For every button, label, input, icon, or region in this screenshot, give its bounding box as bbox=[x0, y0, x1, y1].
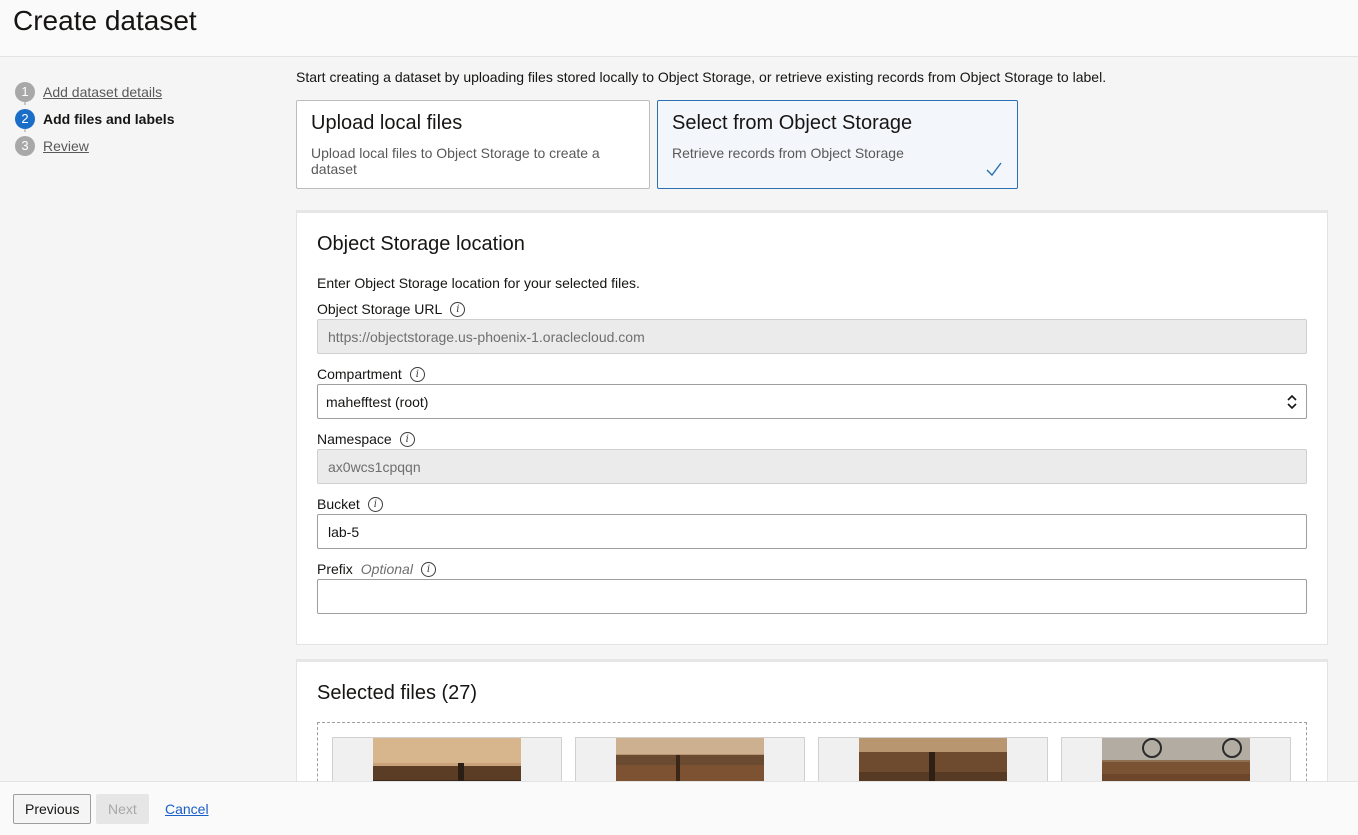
optional-text: Optional bbox=[360, 561, 413, 577]
option-description: Retrieve records from Object Storage bbox=[672, 145, 904, 161]
label-text: Prefix bbox=[317, 561, 353, 577]
wizard-steps: 1 Add dataset details 2 Add files and la… bbox=[15, 78, 174, 159]
chevron-up-down-icon bbox=[1287, 394, 1297, 410]
step-number: 1 bbox=[15, 81, 35, 102]
step-number: 3 bbox=[15, 135, 35, 156]
compartment-select[interactable]: mahefftest (root) bbox=[317, 384, 1307, 419]
prefix-input[interactable] bbox=[317, 579, 1307, 614]
selected-files-panel: Selected files (27) bbox=[296, 659, 1328, 797]
object-storage-location-panel: Object Storage location Enter Object Sto… bbox=[296, 210, 1328, 645]
step-add-dataset-details[interactable]: 1 Add dataset details bbox=[15, 78, 174, 105]
page-title: Create dataset bbox=[13, 5, 197, 36]
step-review[interactable]: 3 Review bbox=[15, 132, 174, 159]
option-description: Upload local files to Object Storage to … bbox=[311, 145, 600, 177]
intro-text: Start creating a dataset by uploading fi… bbox=[296, 69, 1107, 85]
label-text: Namespace bbox=[317, 431, 392, 447]
cancel-link[interactable]: Cancel bbox=[165, 801, 209, 817]
info-icon[interactable]: i bbox=[420, 561, 436, 577]
info-icon[interactable]: i bbox=[399, 431, 415, 447]
step-label: Add files and labels bbox=[43, 110, 175, 127]
page-header: Create dataset bbox=[0, 0, 1358, 57]
compartment-value: mahefftest (root) bbox=[326, 393, 429, 410]
step-number: 2 bbox=[15, 108, 35, 129]
step-add-files-and-labels: 2 Add files and labels bbox=[15, 105, 174, 132]
info-icon[interactable]: i bbox=[409, 366, 425, 382]
info-icon[interactable]: i bbox=[367, 496, 383, 512]
object-storage-url-field: https://objectstorage.us-phoenix-1.oracl… bbox=[317, 319, 1307, 354]
next-button[interactable]: Next bbox=[96, 794, 149, 824]
checkmark-icon bbox=[986, 162, 1002, 177]
label-text: Object Storage URL bbox=[317, 301, 443, 317]
wizard-footer: Previous Next Cancel bbox=[0, 781, 1358, 835]
namespace-label: Namespace i bbox=[317, 431, 415, 447]
info-icon[interactable]: i bbox=[450, 301, 466, 317]
step-label[interactable]: Review bbox=[43, 138, 89, 154]
option-title: Select from Object Storage bbox=[672, 112, 913, 134]
selected-files-heading: Selected files (27) bbox=[317, 682, 478, 704]
prefix-label: Prefix Optional i bbox=[317, 561, 436, 577]
step-label[interactable]: Add dataset details bbox=[43, 84, 162, 100]
label-text: Bucket bbox=[317, 496, 360, 512]
namespace-field: ax0wcs1cpqqn bbox=[317, 449, 1307, 484]
compartment-label: Compartment i bbox=[317, 366, 425, 382]
bucket-input[interactable]: lab-5 bbox=[317, 514, 1307, 549]
option-title: Upload local files bbox=[311, 112, 463, 134]
label-text: Compartment bbox=[317, 366, 402, 382]
upload-local-files-option[interactable]: Upload local files Upload local files to… bbox=[296, 100, 650, 189]
panel-heading: Object Storage location bbox=[317, 233, 525, 255]
select-from-object-storage-option[interactable]: Select from Object Storage Retrieve reco… bbox=[657, 100, 1018, 189]
bucket-label: Bucket i bbox=[317, 496, 383, 512]
object-storage-url-label: Object Storage URL i bbox=[317, 301, 466, 317]
previous-button[interactable]: Previous bbox=[13, 794, 92, 824]
location-description: Enter Object Storage location for your s… bbox=[317, 275, 640, 291]
